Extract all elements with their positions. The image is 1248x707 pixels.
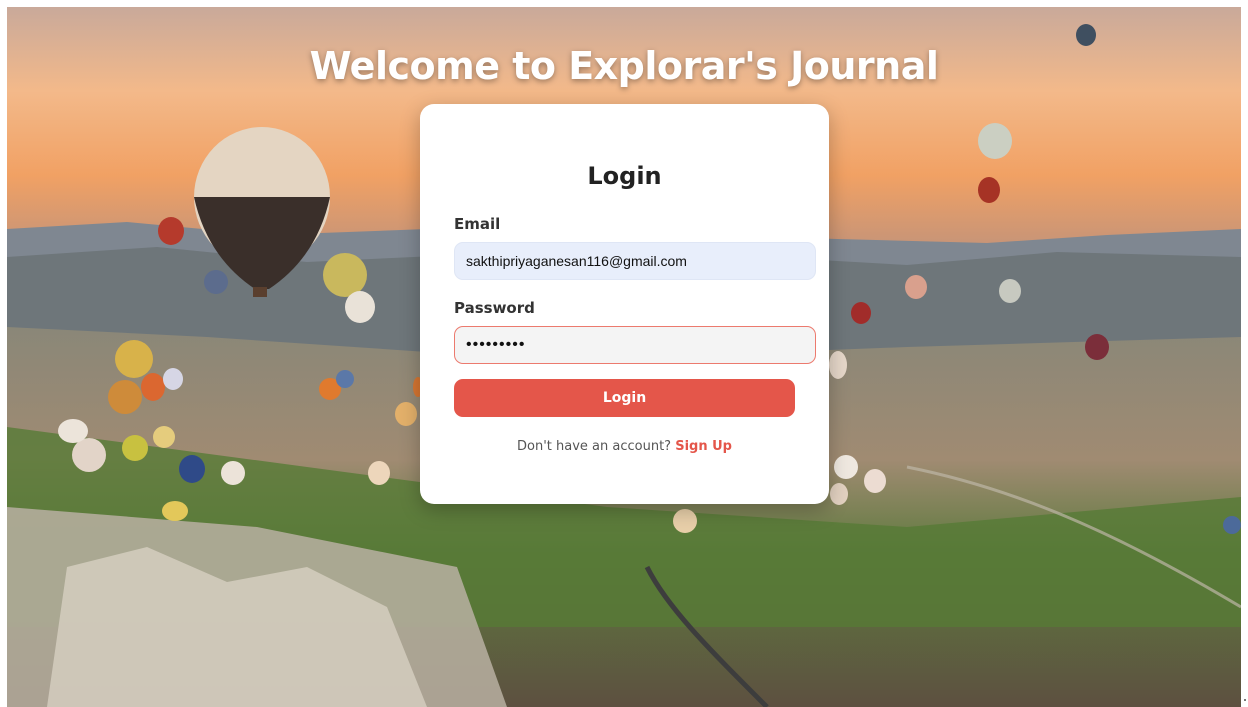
login-button[interactable]: Login: [454, 379, 795, 417]
login-card: Login Email Password Login Don't have an…: [420, 104, 829, 504]
scroll-thumb[interactable]: [1244, 699, 1246, 701]
password-label: Password: [454, 299, 535, 317]
password-field[interactable]: [454, 326, 816, 364]
page-title: Welcome to Explorar's Journal: [309, 44, 939, 88]
login-heading: Login: [587, 162, 662, 190]
window-scrollbar[interactable]: [1241, 0, 1248, 707]
email-label: Email: [454, 215, 501, 233]
signup-link[interactable]: Sign Up: [675, 439, 732, 454]
signup-prompt-text: Don't have an account?: [517, 439, 672, 454]
email-field[interactable]: [454, 242, 816, 280]
signup-prompt-line: Don't have an account? Sign Up: [420, 439, 829, 454]
